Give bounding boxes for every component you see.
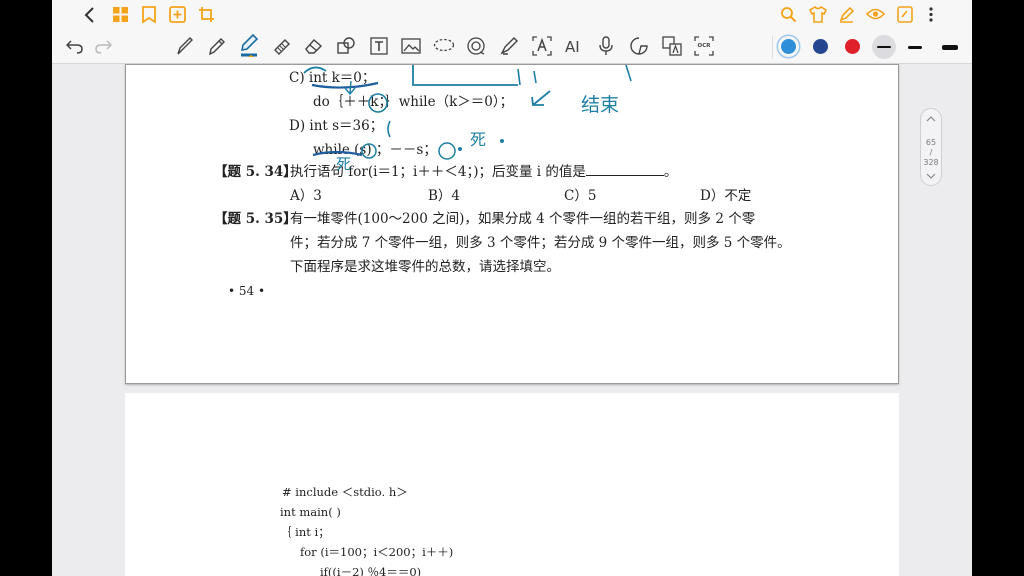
image-icon[interactable] <box>401 37 421 55</box>
more-icon[interactable] <box>928 6 934 23</box>
pencil-icon[interactable] <box>208 36 226 56</box>
shape-icon[interactable] <box>337 37 355 55</box>
crop-icon[interactable] <box>198 6 215 23</box>
code-line-main: int main( ) <box>280 505 341 519</box>
eraser-strip-icon[interactable] <box>272 36 292 56</box>
question-5-34-option-b: B）4 <box>428 188 461 204</box>
note-icon[interactable] <box>897 6 913 23</box>
code-line-for: for (i＝100；i＜200；i＋＋) <box>300 545 454 559</box>
brush-icon[interactable] <box>499 36 519 56</box>
color-swatch-blue[interactable] <box>781 39 796 54</box>
total-pages: 328 <box>923 158 939 167</box>
document-page-55: # include ＜stdio. h＞ int main( ) ｛ int i… <box>125 393 899 576</box>
stroke-thick[interactable] <box>942 45 958 50</box>
option-d-while: while (s) ；－－s； <box>313 142 437 158</box>
eraser-icon[interactable] <box>304 37 324 55</box>
code-line-include: # include ＜stdio. h＞ <box>282 485 408 499</box>
top-navigation-bar <box>52 0 972 30</box>
mic-icon[interactable] <box>598 36 614 56</box>
shirt-icon[interactable] <box>809 6 827 23</box>
toolbar-divider <box>772 36 773 58</box>
text-recognize-icon[interactable] <box>532 36 552 56</box>
code-line-decl: ｛ int i； <box>280 525 330 539</box>
current-page: 65 <box>925 138 937 147</box>
back-icon[interactable] <box>82 6 98 24</box>
highlighter-icon[interactable] <box>838 6 855 23</box>
add-page-icon[interactable] <box>169 6 186 23</box>
search-icon[interactable] <box>780 6 797 23</box>
fountain-pen-icon[interactable] <box>239 34 259 58</box>
page-number: • 54 • <box>228 284 266 298</box>
question-5-34-option-a: A）3 <box>290 188 322 204</box>
drawing-toolbar: AI OCR <box>52 30 972 64</box>
undo-icon[interactable] <box>66 38 84 54</box>
option-c-declaration: C) int k＝0； <box>289 70 376 86</box>
code-line-if: if((i－2) ％4＝＝0) <box>320 565 422 576</box>
page-separator: / <box>929 148 933 157</box>
chevron-down-icon <box>921 172 941 181</box>
handwriting-dead-2: 死 <box>470 130 486 149</box>
question-5-34-text: 执行语句 for(i＝1；i＋＋＜4；)；后变量 i 的值是 。 <box>290 163 677 181</box>
translate-icon[interactable] <box>662 36 682 56</box>
question-5-34-option-d: D）不定 <box>700 188 752 204</box>
color-swatch-navy[interactable] <box>813 39 828 54</box>
note-app-window: AI OCR C) int k＝0； do｛＋＋k；｝while（k＞＝0）； … <box>52 0 972 576</box>
sticky-icon[interactable] <box>630 37 648 55</box>
page-scroll-indicator[interactable]: 65 / 328 <box>920 108 942 186</box>
text-icon[interactable] <box>370 37 388 55</box>
option-c-do-while: do｛＋＋k；｝while（k＞＝0）； <box>313 94 514 110</box>
sticker-icon[interactable] <box>466 36 486 56</box>
document-page-54: C) int k＝0； do｛＋＋k；｝while（k＞＝0）； D) int … <box>125 64 899 384</box>
chevron-up-icon <box>921 115 941 124</box>
pen-icon[interactable] <box>176 36 194 56</box>
stroke-thin-selected[interactable] <box>872 35 896 59</box>
ai-icon[interactable]: AI <box>565 38 580 56</box>
question-5-34-number: 【题 5. 34】 <box>214 164 297 180</box>
question-5-34-option-c: C）5 <box>564 188 597 204</box>
question-5-34-stem: 执行语句 for(i＝1；i＋＋＜4；)；后变量 i 的值是 <box>290 164 586 180</box>
ocr-label: OCR <box>697 43 711 49</box>
lasso-icon[interactable] <box>433 38 455 54</box>
question-5-34-period: 。 <box>663 164 678 180</box>
redo-icon[interactable] <box>94 38 112 54</box>
eye-icon[interactable] <box>866 7 885 21</box>
question-5-35-line-1: 有一堆零件(100～200 之间)，如果分成 4 个零件一组的若干组，则多 2 … <box>290 211 756 227</box>
color-swatch-red[interactable] <box>845 39 860 54</box>
ai-label: AI <box>565 38 580 56</box>
question-5-35-number: 【题 5. 35】 <box>214 211 297 227</box>
option-d-declaration: D) int s＝36； <box>289 118 384 134</box>
answer-blank <box>585 164 664 176</box>
grid-icon[interactable] <box>112 6 129 23</box>
stroke-medium[interactable] <box>908 46 922 49</box>
bookmark-icon[interactable] <box>141 6 157 24</box>
question-5-35-line-2: 件；若分成 7 个零件一组，则多 3 个零件；若分成 9 个零件一组，则多 5 … <box>290 235 791 251</box>
handwriting-end: 结束 <box>581 94 619 116</box>
question-5-35-line-3: 下面程序是求这堆零件的总数，请选择填空。 <box>290 259 560 275</box>
ocr-icon[interactable]: OCR <box>694 36 714 56</box>
